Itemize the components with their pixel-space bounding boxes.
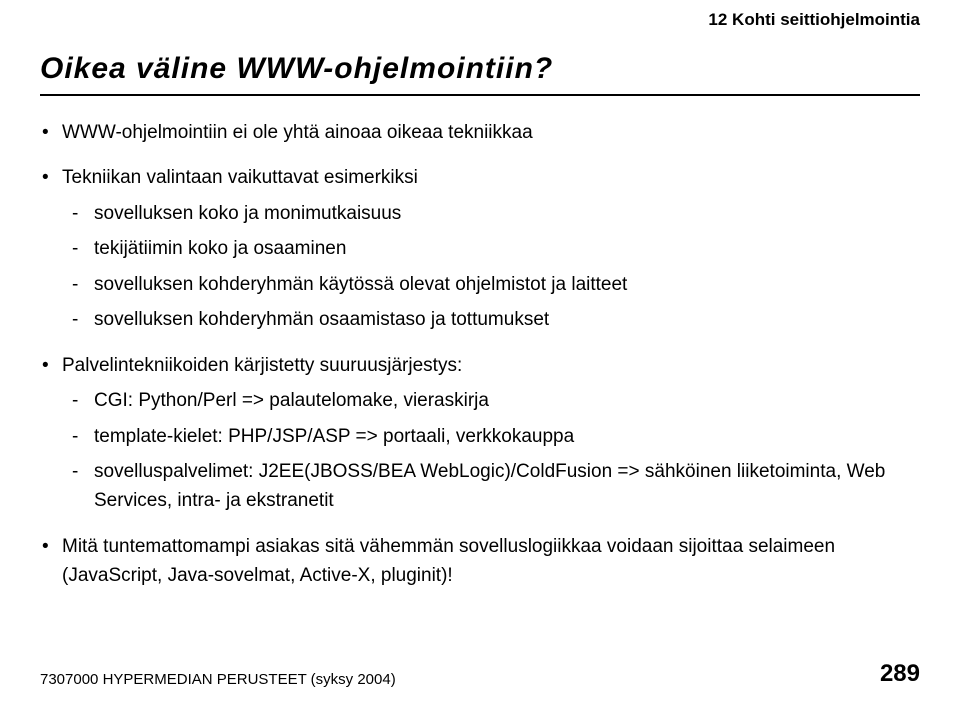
bullet-dot: • <box>40 532 62 591</box>
bullet-item: • Mitä tuntemattomampi asiakas sitä vähe… <box>40 532 920 591</box>
bullet-text: Palvelintekniikoiden kärjistetty suuruus… <box>62 351 920 380</box>
sub-item: - sovelluspalvelimet: J2EE(JBOSS/BEA Web… <box>72 457 920 516</box>
sub-item: - sovelluksen kohderyhmän käytössä oleva… <box>72 270 920 299</box>
sub-text: sovelluksen kohderyhmän käytössä olevat … <box>94 270 920 299</box>
sub-dash: - <box>72 386 94 415</box>
sub-text: sovelluksen koko ja monimutkaisuus <box>94 199 920 228</box>
sub-text: sovelluspalvelimet: J2EE(JBOSS/BEA WebLo… <box>94 457 920 516</box>
footer: 7307000 HYPERMEDIAN PERUSTEET (syksy 200… <box>40 660 920 688</box>
bullet-dot: • <box>40 163 62 192</box>
title-rule <box>40 94 920 96</box>
sub-text: template-kielet: PHP/JSP/ASP => portaali… <box>94 422 920 451</box>
chapter-header: 12 Kohti seittiohjelmointia <box>708 10 920 30</box>
bullet-text: Tekniikan valintaan vaikuttavat esimerki… <box>62 163 920 192</box>
sub-item: - sovelluksen kohderyhmän osaamistaso ja… <box>72 305 920 334</box>
bullet-item: • Palvelintekniikoiden kärjistetty suuru… <box>40 351 920 380</box>
sub-dash: - <box>72 199 94 228</box>
bullet-item: • Tekniikan valintaan vaikuttavat esimer… <box>40 163 920 192</box>
content-area: • WWW-ohjelmointiin ei ole yhtä ainoaa o… <box>40 118 920 591</box>
sub-dash: - <box>72 305 94 334</box>
sub-dash: - <box>72 422 94 451</box>
sub-item: - tekijätiimin koko ja osaaminen <box>72 234 920 263</box>
sub-dash: - <box>72 457 94 516</box>
sub-text: sovelluksen kohderyhmän osaamistaso ja t… <box>94 305 920 334</box>
page-title: Oikea väline WWW-ohjelmointiin? <box>40 52 920 86</box>
sub-dash: - <box>72 270 94 299</box>
bullet-item: • WWW-ohjelmointiin ei ole yhtä ainoaa o… <box>40 118 920 147</box>
sub-dash: - <box>72 234 94 263</box>
bullet-text: WWW-ohjelmointiin ei ole yhtä ainoaa oik… <box>62 118 920 147</box>
bullet-dot: • <box>40 118 62 147</box>
sub-item: - template-kielet: PHP/JSP/ASP => portaa… <box>72 422 920 451</box>
sub-item: - CGI: Python/Perl => palautelomake, vie… <box>72 386 920 415</box>
sub-item: - sovelluksen koko ja monimutkaisuus <box>72 199 920 228</box>
page-number: 289 <box>880 660 920 688</box>
sub-text: CGI: Python/Perl => palautelomake, viera… <box>94 386 920 415</box>
footer-course-code: 7307000 HYPERMEDIAN PERUSTEET (syksy 200… <box>40 671 396 688</box>
bullet-dot: • <box>40 351 62 380</box>
sub-text: tekijätiimin koko ja osaaminen <box>94 234 920 263</box>
bullet-text: Mitä tuntemattomampi asiakas sitä vähemm… <box>62 532 920 591</box>
